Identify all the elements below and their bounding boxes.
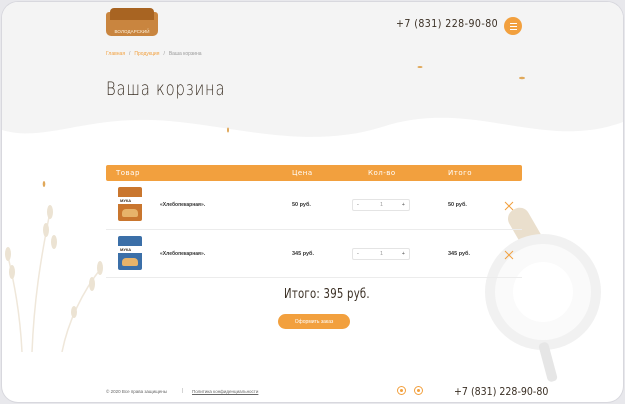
breadcrumb-products[interactable]: Продукция bbox=[134, 51, 159, 57]
logo-roof-shape bbox=[110, 8, 154, 20]
product-brand: МУКА bbox=[120, 198, 132, 203]
logo-text: ВОЛОДАРСКИЙ bbox=[114, 29, 150, 34]
header-total: Итого bbox=[448, 169, 473, 177]
product-brand: МУКА bbox=[120, 247, 132, 252]
row-total: 345 руб. bbox=[448, 251, 470, 257]
header-price: Цена bbox=[292, 169, 313, 177]
breadcrumb-home[interactable]: Главная bbox=[106, 51, 125, 57]
header-qty: Кол-во bbox=[368, 169, 396, 177]
bread-icon bbox=[122, 258, 138, 266]
quantity-value[interactable]: 1 bbox=[380, 202, 383, 208]
product-image[interactable]: МУКА bbox=[118, 187, 142, 221]
vk-icon[interactable] bbox=[397, 386, 406, 395]
breadcrumb: Главная / Продукция / Ваша корзина bbox=[106, 51, 202, 57]
footer-separator: | bbox=[182, 388, 184, 394]
product-image[interactable]: МУКА bbox=[118, 236, 142, 270]
header-product: Товар bbox=[116, 169, 140, 177]
checkout-button[interactable]: Оформить заказ bbox=[278, 314, 350, 329]
increase-button[interactable]: + bbox=[402, 251, 405, 257]
increase-button[interactable]: + bbox=[402, 202, 405, 208]
site-logo[interactable]: ВОЛОДАРСКИЙ bbox=[106, 8, 158, 36]
header-phone[interactable]: +7 (831) 228-90-80 bbox=[396, 17, 498, 30]
product-price: 50 руб. bbox=[292, 202, 311, 208]
quantity-value[interactable]: 1 bbox=[380, 251, 383, 257]
wheat-decoration bbox=[5, 181, 103, 352]
page-title: Ваша корзина bbox=[106, 78, 226, 100]
cart-table-header: Товар Цена Кол-во Итого bbox=[106, 165, 522, 181]
hamburger-icon bbox=[509, 22, 517, 24]
breadcrumb-separator: / bbox=[129, 51, 131, 57]
hamburger-icon-line bbox=[509, 28, 517, 30]
quantity-stepper: - 1 + bbox=[352, 199, 410, 211]
hamburger-icon-line bbox=[509, 25, 517, 27]
cart-grand-total: Итого: 395 руб. bbox=[284, 287, 370, 302]
product-name[interactable]: «Хлебопекарная». bbox=[160, 202, 205, 208]
cart-row: МУКА «Хлебопекарная». 345 руб. - 1 + 345… bbox=[106, 230, 522, 278]
decrease-button[interactable]: - bbox=[357, 202, 359, 208]
bread-icon bbox=[122, 209, 138, 217]
footer-copyright: © 2020 Все права защищены bbox=[106, 389, 168, 394]
footer-phone[interactable]: +7 (831) 228-90-80 bbox=[454, 385, 548, 398]
remove-item-icon[interactable] bbox=[504, 250, 514, 260]
remove-item-icon[interactable] bbox=[504, 201, 514, 211]
breadcrumb-separator: / bbox=[163, 51, 165, 57]
breadcrumb-current: Ваша корзина bbox=[168, 51, 202, 57]
row-total: 50 руб. bbox=[448, 202, 467, 208]
decrease-button[interactable]: - bbox=[357, 251, 359, 257]
page-frame: ВОЛОДАРСКИЙ +7 (831) 228-90-80 Главная /… bbox=[2, 2, 623, 402]
product-price: 345 руб. bbox=[292, 251, 314, 257]
cart-row: МУКА «Хлебопекарная». 50 руб. - 1 + 50 р… bbox=[106, 182, 522, 230]
header-wave-background bbox=[2, 2, 623, 137]
ok-icon[interactable] bbox=[414, 386, 423, 395]
product-name[interactable]: «Хлебопекарная». bbox=[160, 251, 205, 257]
menu-button[interactable] bbox=[504, 17, 522, 35]
quantity-stepper: - 1 + bbox=[352, 248, 410, 260]
privacy-policy-link[interactable]: Политика конфиденциальности bbox=[192, 389, 258, 394]
